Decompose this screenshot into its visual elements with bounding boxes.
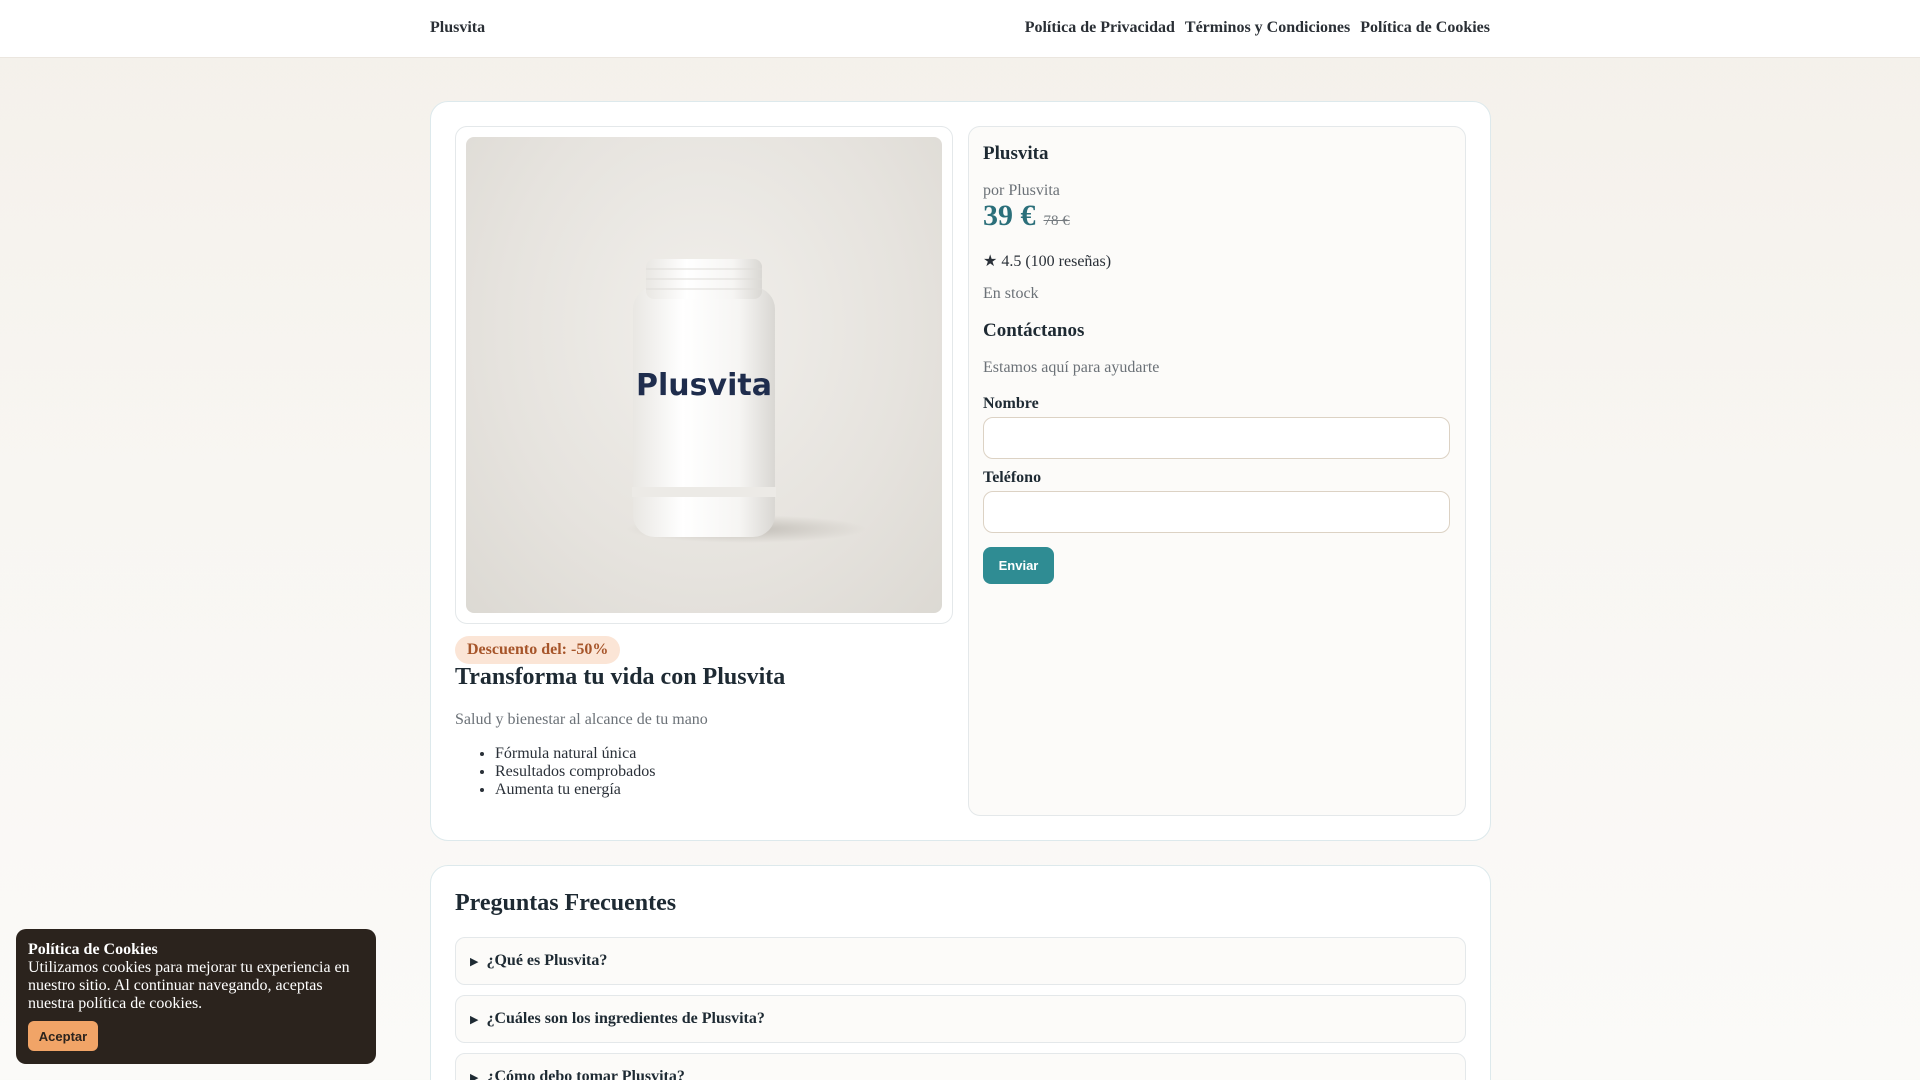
faq-item[interactable]: ▶ ¿Qué es Plusvita? [455, 937, 1466, 985]
top-bar: Plusvita Política de Privacidad Términos… [0, 0, 1920, 58]
faq-question: ¿Qué es Plusvita? [486, 952, 608, 969]
triangle-right-icon: ▶ [470, 1013, 479, 1026]
discount-badge: Descuento del: -50% [455, 636, 621, 664]
product-vendor: por Plusvita [983, 182, 1060, 199]
feature-list: Fórmula natural única Resultados comprob… [495, 745, 655, 799]
stock-status: En stock [983, 285, 1039, 302]
top-nav: Política de Privacidad Términos y Condic… [1025, 19, 1490, 37]
product-rating: ★ 4.5 (100 reseñas) [983, 253, 1112, 270]
faq-item[interactable]: ▶ ¿Cuáles son los ingredientes de Plusvi… [455, 995, 1466, 1043]
cookie-text: Utilizamos cookies para mejorar tu exper… [28, 959, 350, 1012]
product-image-frame: Plusvita [455, 126, 953, 624]
feature-item: Fórmula natural única [495, 745, 655, 763]
phone-field[interactable] [983, 491, 1450, 533]
send-button[interactable]: Enviar [983, 547, 1054, 584]
phone-label: Teléfono [983, 469, 1042, 486]
triangle-right-icon: ▶ [470, 1071, 479, 1080]
faq-question: ¿Cuáles son los ingredientes de Plusvita… [486, 1010, 765, 1027]
product-headline: Transforma tu vida con Plusvita [455, 664, 786, 690]
nav-link-cookies[interactable]: Política de Cookies [1360, 19, 1490, 37]
product-title: Plusvita [983, 143, 1049, 164]
contact-heading: Contáctanos [983, 320, 1085, 341]
bottle-label: Plusvita [636, 368, 772, 403]
triangle-right-icon: ▶ [470, 955, 479, 968]
name-label: Nombre [983, 395, 1039, 412]
cookie-title: Política de Cookies [28, 941, 158, 958]
faq-question: ¿Cómo debo tomar Plusvita? [486, 1068, 685, 1080]
product-image: Plusvita [466, 137, 942, 613]
product-subline: Salud y bienestar al alcance de tu mano [455, 711, 708, 728]
current-price: 39 € [983, 199, 1036, 232]
original-price: 78 € [1043, 213, 1070, 229]
product-bottle-illustration: Plusvita [626, 259, 866, 543]
name-field[interactable] [983, 417, 1450, 459]
faq-item[interactable]: ▶ ¿Cómo debo tomar Plusvita? [455, 1053, 1466, 1080]
brand-logo[interactable]: Plusvita [430, 19, 485, 37]
faq-heading: Preguntas Frecuentes [455, 890, 677, 916]
contact-subtext: Estamos aquí para ayudarte [983, 359, 1160, 376]
nav-link-privacy[interactable]: Política de Privacidad [1025, 19, 1175, 37]
accept-cookies-button[interactable]: Aceptar [28, 1021, 98, 1051]
feature-item: Resultados comprobados [495, 763, 655, 781]
price-block: 39 € 78 € [983, 199, 1070, 233]
product-info-panel: Plusvita por Plusvita 39 € 78 € ★ 4.5 (1… [968, 126, 1466, 816]
feature-item: Aumenta tu energía [495, 781, 655, 799]
cookie-banner: Política de Cookies Utilizamos cookies p… [16, 929, 376, 1064]
nav-link-terms[interactable]: Términos y Condiciones [1185, 19, 1350, 37]
faq-section: Preguntas Frecuentes ▶ ¿Qué es Plusvita?… [430, 865, 1491, 1080]
product-card: Plusvita Descuento del: -50% Transforma … [430, 101, 1491, 841]
